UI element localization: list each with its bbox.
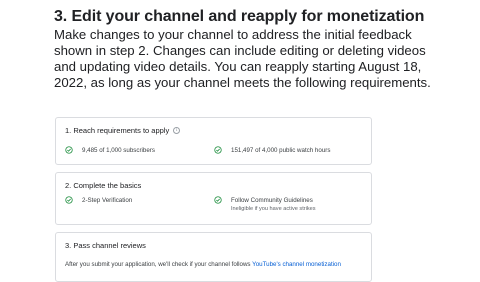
section-body: Make changes to your channel to address … [54, 27, 431, 90]
card-title: 3. Pass channel reviews [65, 241, 146, 250]
requirement-text: 151,497 of 4,000 public watch hours [231, 147, 331, 154]
requirement-subscribers: 9,485 of 1,000 subscribers [65, 146, 155, 154]
requirement-2-step-verification: 2-Step Verification [65, 196, 133, 204]
check-circle-icon [65, 146, 73, 154]
requirement-text: 9,485 of 1,000 subscribers [82, 147, 155, 154]
requirement-community-guidelines: Follow Community Guidelines Ineligible i… [214, 196, 316, 212]
check-circle-icon [214, 196, 222, 204]
card-title-text: 3. Pass channel reviews [65, 241, 146, 250]
card-channel-reviews: 3. Pass channel reviews After you submit… [55, 232, 372, 282]
card-reach-requirements: 1. Reach requirements to apply i 9,485 o… [55, 117, 372, 165]
review-description: After you submit your application, we'll… [65, 261, 253, 268]
check-circle-icon [214, 146, 222, 154]
card-title: 1. Reach requirements to apply i [65, 126, 181, 135]
section-heading: 3. Edit your channel and reapply for mon… [54, 8, 425, 25]
requirement-text: 2-Step Verification [82, 197, 133, 204]
card-title: 2. Complete the basics [65, 181, 141, 190]
card-title-text: 1. Reach requirements to apply [65, 126, 170, 135]
check-circle-icon [65, 196, 73, 204]
info-icon[interactable]: i [173, 127, 181, 134]
card-complete-basics: 2. Complete the basics 2-Step Verificati… [55, 172, 372, 225]
requirement-subtext: Ineligible if you have active strikes [231, 206, 316, 212]
requirement-text: Follow Community Guidelines [231, 197, 313, 204]
monetization-policies-link[interactable]: YouTube's channel monetization [252, 261, 341, 268]
requirement-watch-hours: 151,497 of 4,000 public watch hours [214, 146, 331, 154]
card-title-text: 2. Complete the basics [65, 181, 142, 190]
channel-review-text: After you submit your application, we'll… [65, 261, 341, 268]
